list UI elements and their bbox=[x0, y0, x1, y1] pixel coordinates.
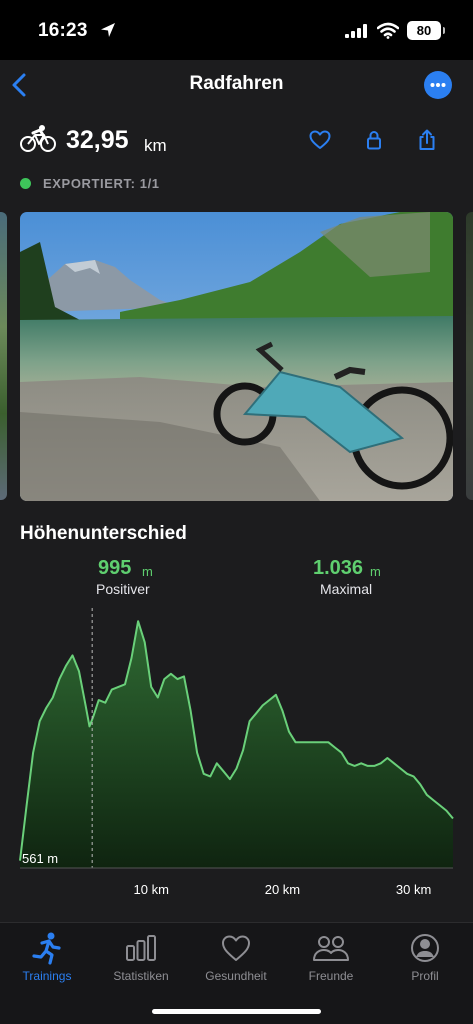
stats-icon bbox=[126, 935, 156, 961]
location-arrow-icon bbox=[101, 23, 115, 37]
tab-label: Profil bbox=[411, 969, 439, 983]
tab-gesundheit[interactable]: Gesundheit bbox=[189, 931, 283, 991]
distance-unit: km bbox=[144, 136, 167, 155]
heart-icon bbox=[222, 935, 250, 961]
positive-elevation-unit: m bbox=[142, 564, 153, 579]
elevation-area bbox=[20, 621, 453, 868]
export-status-dot bbox=[20, 178, 31, 189]
max-elevation-unit: m bbox=[370, 564, 381, 579]
status-time: 16:23 bbox=[38, 20, 88, 41]
run-icon bbox=[32, 932, 61, 965]
cellular-signal-icon bbox=[345, 24, 367, 38]
tab-profil[interactable]: Profil bbox=[378, 931, 472, 991]
lock-icon[interactable] bbox=[362, 128, 386, 152]
elevation-chart[interactable]: 561 m 10 km 20 km 30 km bbox=[0, 606, 473, 906]
tab-label: Freunde bbox=[308, 969, 354, 983]
share-icon[interactable] bbox=[415, 128, 439, 152]
x-tick-label: 10 km bbox=[134, 882, 169, 897]
battery-indicator: 80 bbox=[407, 21, 445, 40]
elevation-section: Höhenunterschied 995 m Positiver 1.036 m… bbox=[0, 506, 473, 922]
positive-elevation-label: Positiver bbox=[96, 581, 150, 597]
tab-freunde[interactable]: Freunde bbox=[284, 931, 378, 991]
tab-label: Trainings bbox=[22, 969, 72, 983]
nav-bar: Radfahren bbox=[0, 60, 473, 110]
activity-summary: 32,95 km EXPORTIERT: 1/1 bbox=[0, 110, 473, 210]
min-elevation-label: 561 m bbox=[22, 851, 58, 866]
distance-value: 32,95 bbox=[66, 126, 129, 154]
x-tick-label: 30 km bbox=[396, 882, 431, 897]
x-tick-label: 20 km bbox=[265, 882, 300, 897]
previous-map-thumbnail[interactable] bbox=[0, 212, 7, 500]
max-elevation-value: 1.036 bbox=[313, 557, 364, 579]
more-options-button[interactable] bbox=[424, 71, 452, 99]
elevation-title: Höhenunterschied bbox=[20, 523, 187, 544]
tab-statistiken[interactable]: Statistiken bbox=[94, 931, 188, 991]
tab-label: Gesundheit bbox=[205, 969, 267, 983]
photo-carousel[interactable] bbox=[0, 210, 473, 506]
tab-label: Statistiken bbox=[113, 969, 169, 983]
profile-icon bbox=[411, 934, 439, 962]
tab-bar: Trainings Statistiken Gesundheit Freunde… bbox=[0, 922, 473, 1024]
ellipsis-icon bbox=[430, 83, 446, 87]
favorite-heart-icon[interactable] bbox=[308, 128, 332, 152]
page-title: Radfahren bbox=[189, 73, 284, 94]
wifi-icon bbox=[377, 22, 399, 39]
max-elevation-label: Maximal bbox=[320, 581, 373, 597]
activity-photo[interactable] bbox=[20, 212, 453, 501]
next-photo-thumbnail[interactable] bbox=[466, 212, 473, 500]
bicycle-icon bbox=[20, 125, 56, 152]
export-status: EXPORTIERT: 1/1 bbox=[43, 176, 160, 191]
friends-icon bbox=[313, 936, 349, 961]
home-indicator bbox=[152, 1009, 321, 1014]
positive-elevation-value: 995 bbox=[98, 557, 132, 579]
lake-bike-photo bbox=[20, 212, 453, 501]
tab-trainings[interactable]: Trainings bbox=[0, 931, 94, 991]
status-bar: 16:23 80 bbox=[0, 0, 473, 60]
